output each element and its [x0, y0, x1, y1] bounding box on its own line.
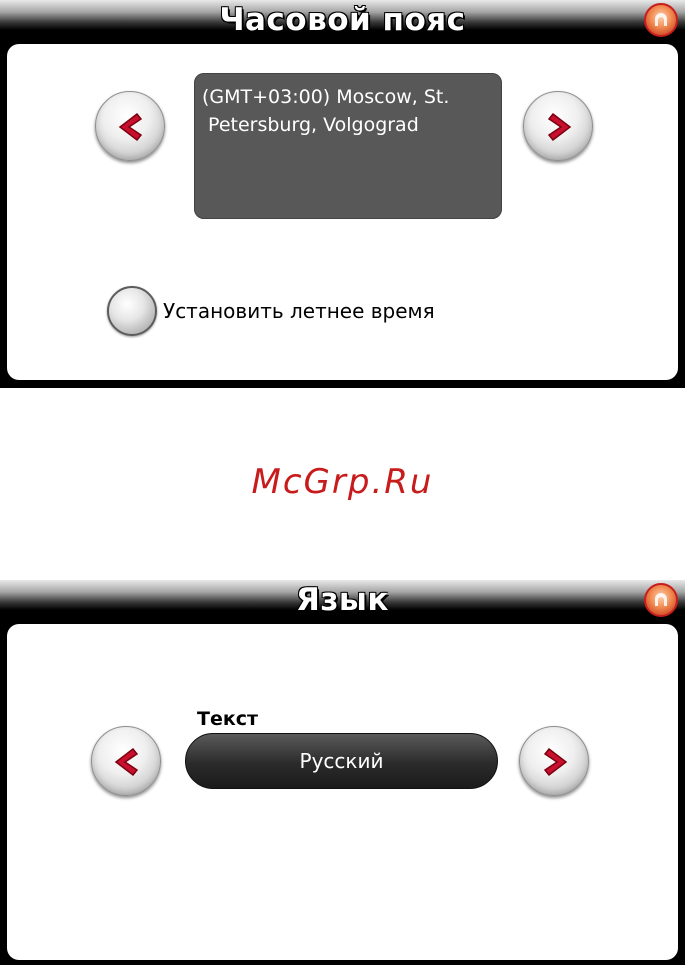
home-button[interactable]	[644, 583, 678, 617]
prev-language-button[interactable]	[91, 726, 161, 796]
home-icon	[655, 593, 667, 606]
prev-timezone-button[interactable]	[95, 91, 165, 161]
dst-radio[interactable]	[107, 286, 157, 336]
title-bar: Язык	[0, 580, 685, 620]
timezone-screen: Часовой пояс (GMT+03:00) Moscow, St. Pet…	[0, 0, 685, 388]
home-button[interactable]	[644, 3, 678, 37]
text-language-label: Текст	[197, 708, 259, 730]
timezone-line-1: (GMT+03:00) Moscow, St.	[202, 86, 450, 108]
chevron-right-icon	[547, 112, 572, 142]
next-language-button[interactable]	[519, 726, 589, 796]
dst-label: Установить летнее время	[163, 299, 435, 323]
title-bar: Часовой пояс	[0, 0, 685, 40]
page-title: Язык	[296, 582, 389, 618]
chevron-right-icon	[543, 747, 568, 777]
home-icon	[655, 13, 667, 26]
watermark: McGrp.Ru	[251, 462, 434, 502]
next-timezone-button[interactable]	[523, 91, 593, 161]
timezone-display: (GMT+03:00) Moscow, St. Petersburg, Volg…	[194, 73, 502, 219]
page-title: Часовой пояс	[219, 2, 466, 38]
timezone-panel: (GMT+03:00) Moscow, St. Petersburg, Volg…	[7, 44, 678, 380]
timezone-line-2: Petersburg, Volgograd	[202, 114, 419, 136]
language-selector[interactable]: Русский	[185, 733, 498, 789]
chevron-left-icon	[114, 747, 139, 777]
chevron-left-icon	[118, 112, 143, 142]
language-screen: Язык Текст Русский	[0, 580, 685, 965]
language-panel: Текст Русский	[7, 624, 678, 960]
